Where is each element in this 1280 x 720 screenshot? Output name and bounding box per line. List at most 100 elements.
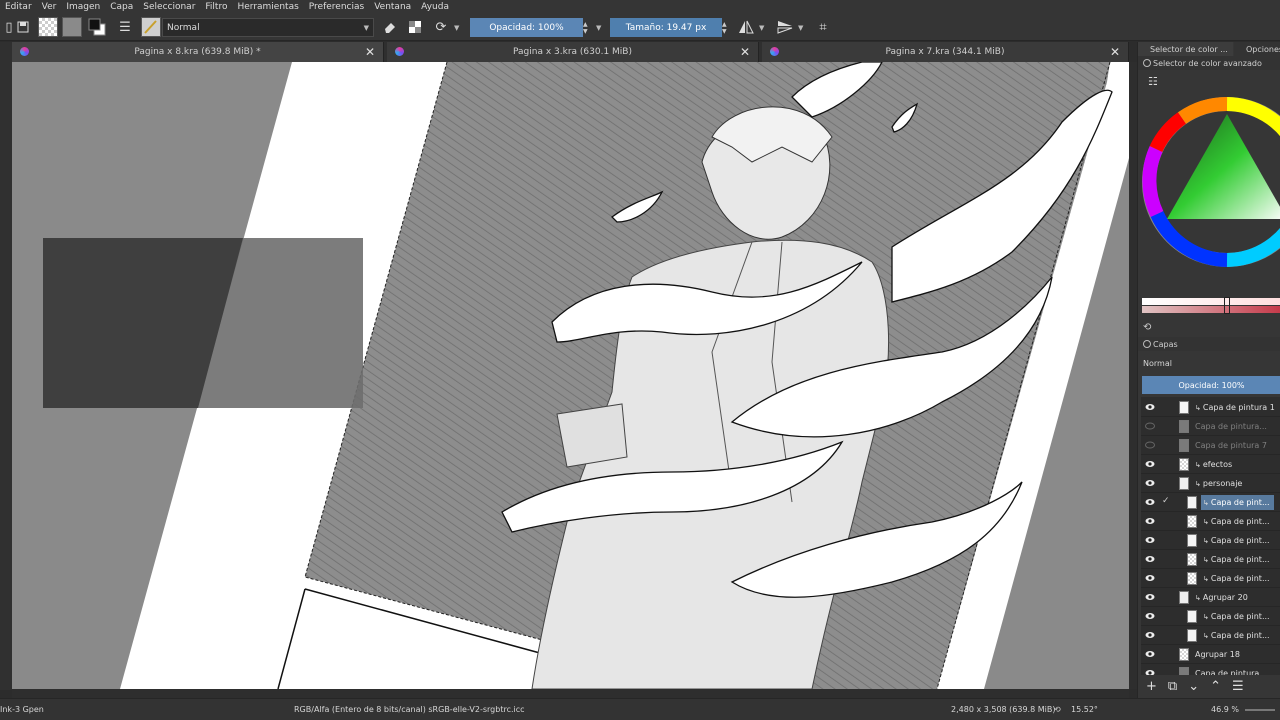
layer-thumbnail xyxy=(1179,648,1189,661)
tab-tool-options[interactable]: Opciones de xyxy=(1234,42,1280,56)
layer-name: Capa de pintura 7 xyxy=(1193,438,1271,453)
menu-ayuda[interactable]: Ayuda xyxy=(416,2,454,12)
layer-name: ↳ Capa de pintura 1 xyxy=(1193,400,1279,415)
menu-ver[interactable]: Ver xyxy=(37,2,62,12)
layer-row[interactable]: Capa de pintura 7 xyxy=(1141,436,1280,455)
layer-row[interactable]: ↳ Capa de pint... xyxy=(1141,512,1280,531)
layer-properties-icon[interactable]: ☰ xyxy=(1232,679,1244,694)
layers-header: Capas xyxy=(1138,337,1280,351)
eye-icon[interactable] xyxy=(1145,498,1155,506)
zoom-value[interactable]: 46.9 % xyxy=(1211,705,1239,714)
eye-closed-icon[interactable] xyxy=(1145,441,1155,449)
layer-name: ↳ Capa de pint... xyxy=(1201,609,1274,624)
layer-opacity-label: Opacidad: 100% xyxy=(1178,380,1245,390)
eye-icon[interactable] xyxy=(1145,631,1155,639)
layer-row[interactable]: Capa de pintura... xyxy=(1141,417,1280,436)
tab-label: Pagina x 7.kra (344.1 MiB) xyxy=(885,47,1005,57)
wrap-around-icon[interactable]: ⌗ xyxy=(814,18,832,36)
pattern-swatch[interactable] xyxy=(62,17,82,37)
tab-pagina-8[interactable]: Pagina x 8.kra (639.8 MiB) * ✕ xyxy=(12,42,384,62)
close-icon[interactable]: ✕ xyxy=(1110,45,1120,59)
menu-preferencias[interactable]: Preferencias xyxy=(304,2,369,12)
mirror-h-dropdown-icon[interactable]: ▼ xyxy=(759,18,769,37)
layer-row[interactable]: ↳ Capa de pint... xyxy=(1141,607,1280,626)
mirror-vertical-icon[interactable] xyxy=(776,18,794,36)
menu-herramientas[interactable]: Herramientas xyxy=(232,2,303,12)
float-icon[interactable] xyxy=(1143,59,1151,67)
opacity-slider[interactable]: Opacidad: 100% xyxy=(470,18,583,37)
tab-color-selector[interactable]: Selector de color ... xyxy=(1138,42,1233,56)
duplicate-layer-icon[interactable]: ⧉ xyxy=(1168,679,1177,694)
layer-row[interactable]: ↳ Capa de pintura 1 xyxy=(1141,398,1280,417)
eye-icon[interactable] xyxy=(1145,593,1155,601)
float-icon[interactable] xyxy=(1143,340,1151,348)
layer-row[interactable]: ✓ ↳ Capa de pint... xyxy=(1141,493,1280,512)
color-wheel[interactable] xyxy=(1142,94,1280,274)
layer-row[interactable]: ↳ Capa de pint... xyxy=(1141,569,1280,588)
menu-filtro[interactable]: Filtro xyxy=(200,2,232,12)
eye-icon[interactable] xyxy=(1145,517,1155,525)
eraser-icon[interactable] xyxy=(381,18,399,36)
layer-row[interactable]: ↳ Capa de pint... xyxy=(1141,626,1280,645)
settings-list-icon[interactable]: ☷ xyxy=(1148,75,1158,88)
eye-icon[interactable] xyxy=(1145,612,1155,620)
opacity-dropdown-icon[interactable]: ▼ xyxy=(596,18,606,37)
gradient-swatch[interactable] xyxy=(38,17,58,37)
fg-bg-color-icon[interactable] xyxy=(88,18,108,37)
color-history-red[interactable] xyxy=(1142,306,1280,313)
eye-icon[interactable] xyxy=(1145,574,1155,582)
layer-row[interactable]: ↳ personaje xyxy=(1141,474,1280,493)
brush-preset-icon[interactable] xyxy=(141,17,161,37)
eye-icon[interactable] xyxy=(1145,479,1155,487)
zoom-slider[interactable] xyxy=(1245,709,1275,711)
close-icon[interactable]: ✕ xyxy=(365,45,375,59)
color-slider-handle[interactable] xyxy=(1224,297,1230,314)
mirror-horizontal-icon[interactable] xyxy=(737,18,755,36)
save-icon[interactable] xyxy=(14,18,32,36)
tab-pagina-7[interactable]: Pagina x 7.kra (344.1 MiB) ✕ xyxy=(762,42,1129,62)
color-history-light[interactable] xyxy=(1142,298,1280,305)
layer-name-text: Capa de pint... xyxy=(1210,555,1270,564)
menu-seleccionar[interactable]: Seleccionar xyxy=(138,2,200,12)
tab-pagina-3[interactable]: Pagina x 3.kra (630.1 MiB) ✕ xyxy=(387,42,759,62)
eye-closed-icon[interactable] xyxy=(1145,422,1155,430)
move-down-icon[interactable]: ⌄ xyxy=(1188,679,1199,694)
layer-row[interactable]: ↳ efectos xyxy=(1141,455,1280,474)
layer-opacity-slider[interactable]: Opacidad: 100% xyxy=(1142,376,1280,394)
close-icon[interactable]: ✕ xyxy=(740,45,750,59)
layer-row[interactable]: Agrupar 18 xyxy=(1141,645,1280,664)
preserve-alpha-icon[interactable] xyxy=(406,18,424,36)
layer-row[interactable]: ↳ Capa de pint... xyxy=(1141,550,1280,569)
eye-icon[interactable] xyxy=(1145,536,1155,544)
opacity-stepper[interactable]: ▲ ▼ xyxy=(583,18,591,37)
horizontal-scrollbar[interactable] xyxy=(12,689,1129,698)
reload-preset-icon[interactable]: ⟳ xyxy=(432,18,450,36)
layer-name-text: Capa de pint... xyxy=(1210,631,1270,640)
clip-icon: ↳ xyxy=(1203,631,1209,640)
layer-row[interactable]: ↳ Capa de pint... xyxy=(1141,531,1280,550)
eye-icon[interactable] xyxy=(1145,650,1155,658)
refresh-icon[interactable]: ⟲ xyxy=(1143,322,1151,333)
layer-row[interactable]: ↳ Agrupar 20 xyxy=(1141,588,1280,607)
layer-actions: + ⧉ ⌄ ⌃ ☰ xyxy=(1138,675,1280,697)
reload-dropdown-icon[interactable]: ▼ xyxy=(454,18,464,37)
add-layer-icon[interactable]: + xyxy=(1146,679,1157,694)
layer-name-text: Capa de pint... xyxy=(1210,536,1270,545)
menu-editar[interactable]: Editar xyxy=(0,2,37,12)
size-stepper[interactable]: ▲ ▼ xyxy=(722,18,730,37)
vertical-scrollbar[interactable] xyxy=(1129,62,1137,689)
move-up-icon[interactable]: ⌃ xyxy=(1210,679,1221,694)
mirror-v-dropdown-icon[interactable]: ▼ xyxy=(798,18,808,37)
menu-imagen[interactable]: Imagen xyxy=(61,2,105,12)
size-slider[interactable]: Tamaño: 19.47 px xyxy=(610,18,722,37)
eye-icon[interactable] xyxy=(1145,555,1155,563)
menu-ventana[interactable]: Ventana xyxy=(369,2,416,12)
blend-mode-select[interactable]: Normal ▼ xyxy=(162,18,374,37)
eye-icon[interactable] xyxy=(1145,403,1155,411)
active-check-icon: ✓ xyxy=(1162,496,1170,506)
layer-blend-mode-select[interactable]: Normal xyxy=(1143,356,1280,370)
eye-icon[interactable] xyxy=(1145,460,1155,468)
brush-settings-icon[interactable]: ☰ xyxy=(116,18,134,36)
menu-capa[interactable]: Capa xyxy=(105,2,138,12)
drawing-canvas[interactable] xyxy=(12,62,1129,689)
